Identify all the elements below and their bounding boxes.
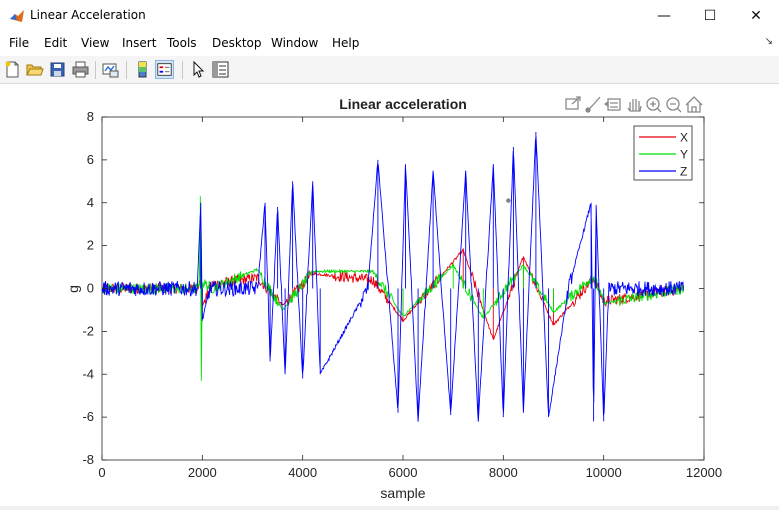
y-tick-label: 8: [87, 109, 94, 124]
menu-desktop[interactable]: Desktop: [212, 36, 262, 50]
x-tick-label: 10000: [586, 465, 622, 480]
legend[interactable]: XYZ: [633, 125, 693, 181]
menu-help[interactable]: Help: [332, 36, 359, 50]
brush-icon[interactable]: [585, 96, 601, 113]
close-button[interactable]: ✕: [733, 0, 779, 32]
data-tips-icon[interactable]: [603, 98, 621, 111]
x-tick-label: 0: [98, 465, 105, 480]
insert-legend-icon[interactable]: [155, 60, 174, 79]
axes-toolbar: [565, 96, 703, 113]
menu-view[interactable]: View: [81, 36, 109, 50]
y-tick-label: 0: [87, 281, 94, 296]
home-icon[interactable]: [685, 96, 703, 113]
chart-title: Linear acceleration: [339, 96, 467, 112]
menu-file[interactable]: File: [9, 36, 29, 50]
toolbar-separator: [95, 61, 96, 79]
maximize-button[interactable]: ☐: [687, 0, 733, 32]
y-tick-label: -4: [82, 366, 94, 381]
pan-icon[interactable]: [627, 99, 642, 112]
legend-label: Z: [680, 165, 687, 179]
figure-canvas: Linear acceleration 0 2000 4000 6000 8000 100…: [0, 84, 779, 506]
datatip-marker[interactable]: [506, 198, 511, 203]
matlab-logo-icon: [10, 10, 24, 22]
y-tick-label: -8: [82, 452, 94, 467]
print-icon[interactable]: [71, 60, 90, 79]
save-icon[interactable]: [48, 60, 67, 79]
menu-insert[interactable]: Insert: [122, 36, 156, 50]
export-icon[interactable]: [565, 96, 581, 110]
x-tick-label: 12000: [686, 465, 722, 480]
menu-dock-arrow-icon[interactable]: ↘: [765, 36, 773, 47]
y-tick-label: 2: [87, 238, 94, 253]
title-bar: Linear Acceleration — ☐ ✕: [0, 0, 779, 32]
menu-edit[interactable]: Edit: [44, 36, 67, 50]
minimize-button[interactable]: —: [641, 0, 687, 32]
zoom-in-icon[interactable]: [646, 97, 662, 113]
figure-toolbar: [0, 56, 779, 84]
edit-plot-icon[interactable]: [189, 60, 208, 79]
y-axis-label: g: [65, 285, 81, 293]
menu-bar: File Edit View Insert Tools Desktop Wind…: [0, 32, 779, 56]
window-title: Linear Acceleration: [30, 8, 146, 22]
open-file-icon[interactable]: [25, 60, 44, 79]
y-tick-label: 6: [87, 152, 94, 167]
x-tick-label: 2000: [188, 465, 217, 480]
x-axis-label: sample: [380, 485, 425, 501]
property-inspector-icon[interactable]: [211, 60, 230, 79]
zoom-out-icon[interactable]: [666, 97, 682, 113]
y-tick-label: 4: [87, 195, 94, 210]
x-tick-label: 4000: [288, 465, 317, 480]
legend-label: Y: [680, 148, 688, 162]
menu-window[interactable]: Window: [271, 36, 318, 50]
x-tick-label: 8000: [489, 465, 518, 480]
new-figure-icon[interactable]: [3, 60, 22, 79]
legend-label: X: [680, 131, 688, 145]
toolbar-separator: [182, 61, 183, 79]
y-tick-label: -2: [82, 323, 94, 338]
y-tick-label: -6: [82, 409, 94, 424]
menu-tools[interactable]: Tools: [167, 36, 197, 50]
toolbar-separator: [126, 61, 127, 79]
link-plot-icon[interactable]: [101, 60, 120, 79]
acceleration-chart[interactable]: Linear acceleration 0 2000 4000 6000 8000 100…: [0, 84, 779, 506]
x-tick-label: 6000: [389, 465, 418, 480]
insert-colorbar-icon[interactable]: [133, 60, 152, 79]
